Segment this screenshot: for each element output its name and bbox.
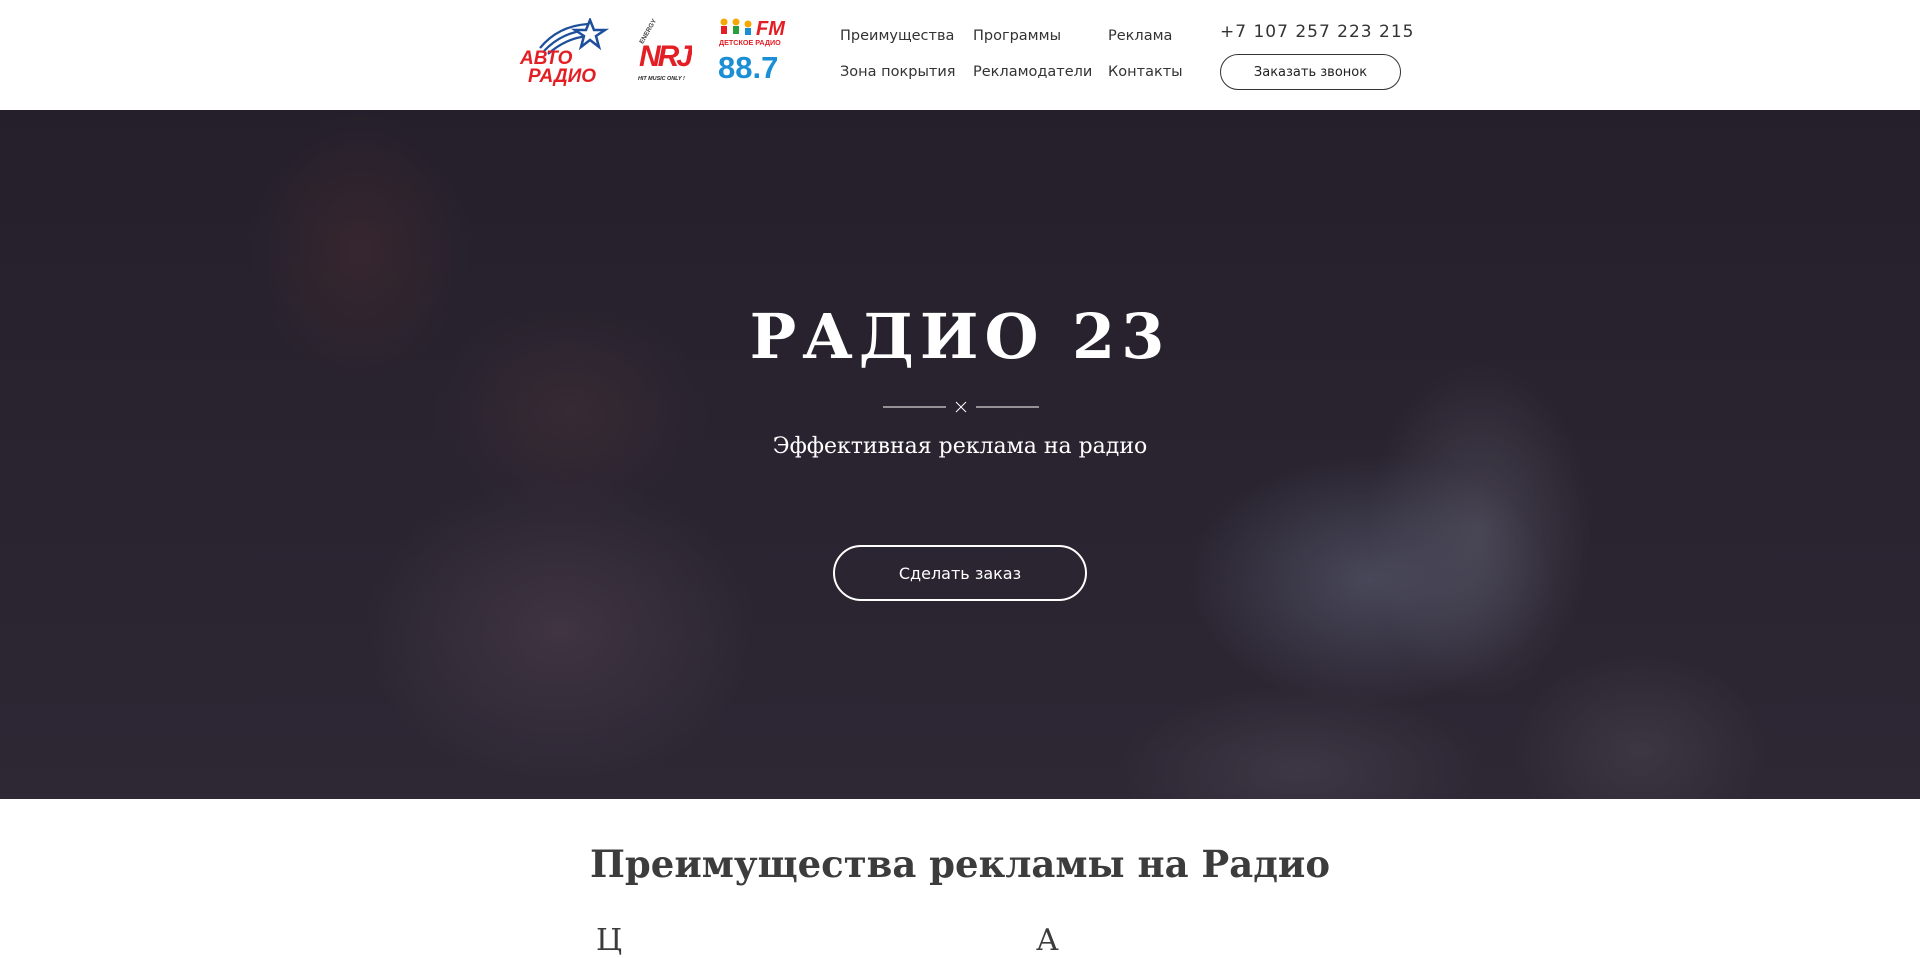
advantages-item-heading: А bbox=[1036, 923, 1059, 958]
hero-title: РАДИО 23 bbox=[749, 300, 1171, 373]
kids-figures-icon bbox=[720, 18, 752, 35]
detskoe-radio-logo-caption: ДЕТСКОЕ РАДИО bbox=[719, 38, 781, 47]
nav-link-contacts[interactable]: Контакты bbox=[1108, 64, 1183, 80]
order-call-button[interactable]: Заказать звонок bbox=[1220, 54, 1401, 90]
avtoradio-logo[interactable]: АВТО РАДИО bbox=[518, 18, 610, 86]
detskoe-radio-logo-frequency: 88.7 bbox=[718, 50, 778, 84]
hero-section: РАДИО 23 Эффективная реклама на радио Сд… bbox=[0, 110, 1920, 799]
make-order-button[interactable]: Сделать заказ bbox=[833, 545, 1087, 601]
hero-subtitle: Эффективная реклама на радио bbox=[772, 434, 1148, 459]
cross-icon bbox=[955, 401, 967, 413]
detskoe-radio-logo[interactable]: FM ДЕТСКОЕ РАДИО 88.7 bbox=[718, 16, 790, 84]
advantages-title: Преимущества рекламы на Радио bbox=[589, 842, 1331, 886]
detskoe-radio-logo-mark: FM bbox=[756, 18, 786, 40]
energy-logo-tagline: HIT MUSIC ONLY ! bbox=[638, 76, 685, 82]
nav-link-advertisers[interactable]: Рекламодатели bbox=[973, 64, 1092, 80]
avtoradio-logo-line2: РАДИО bbox=[528, 66, 596, 86]
nav-link-programs[interactable]: Программы bbox=[973, 28, 1061, 44]
phone-number[interactable]: +7 107 257 223 215 bbox=[1220, 22, 1414, 42]
nav-link-advantages[interactable]: Преимущества bbox=[840, 28, 954, 44]
energy-logo[interactable]: ENERGY NRJ HIT MUSIC ONLY ! bbox=[636, 18, 692, 84]
nav-link-coverage[interactable]: Зона покрытия bbox=[840, 64, 956, 80]
nav-link-advertising[interactable]: Реклама bbox=[1108, 28, 1172, 44]
energy-logo-mark: NRJ bbox=[639, 40, 692, 73]
hero-divider bbox=[883, 401, 1039, 413]
advantages-item-heading: Ц bbox=[596, 923, 623, 958]
site-header: АВТО РАДИО ENERGY NRJ HIT MUSIC ONLY ! F… bbox=[0, 0, 1920, 110]
